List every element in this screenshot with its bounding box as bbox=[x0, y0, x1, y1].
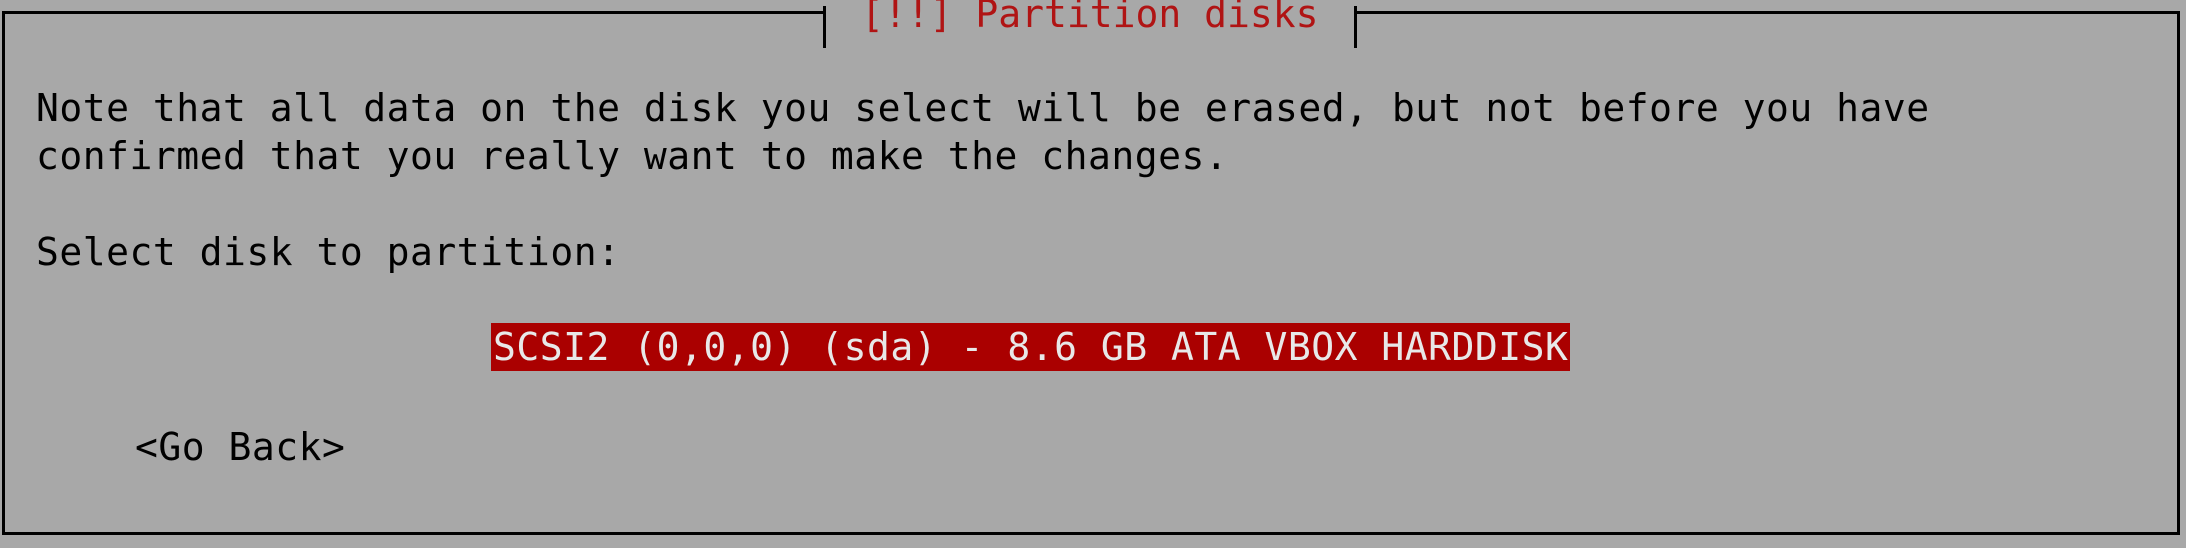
message-line-2: confirmed that you really want to make t… bbox=[36, 134, 1229, 178]
installer-screen: [!!] Partition disks Note that all data … bbox=[0, 0, 2186, 548]
select-disk-prompt: Select disk to partition: bbox=[36, 230, 621, 274]
message-line-1: Note that all data on the disk you selec… bbox=[36, 86, 1930, 130]
dialog-title: [!!] Partition disks bbox=[861, 0, 1319, 36]
dialog-title-box: [!!] Partition disks bbox=[823, 0, 1357, 50]
go-back-button[interactable]: <Go Back> bbox=[135, 423, 345, 471]
disk-option-sda[interactable]: SCSI2 (0,0,0) (sda) - 8.6 GB ATA VBOX HA… bbox=[491, 323, 1571, 371]
